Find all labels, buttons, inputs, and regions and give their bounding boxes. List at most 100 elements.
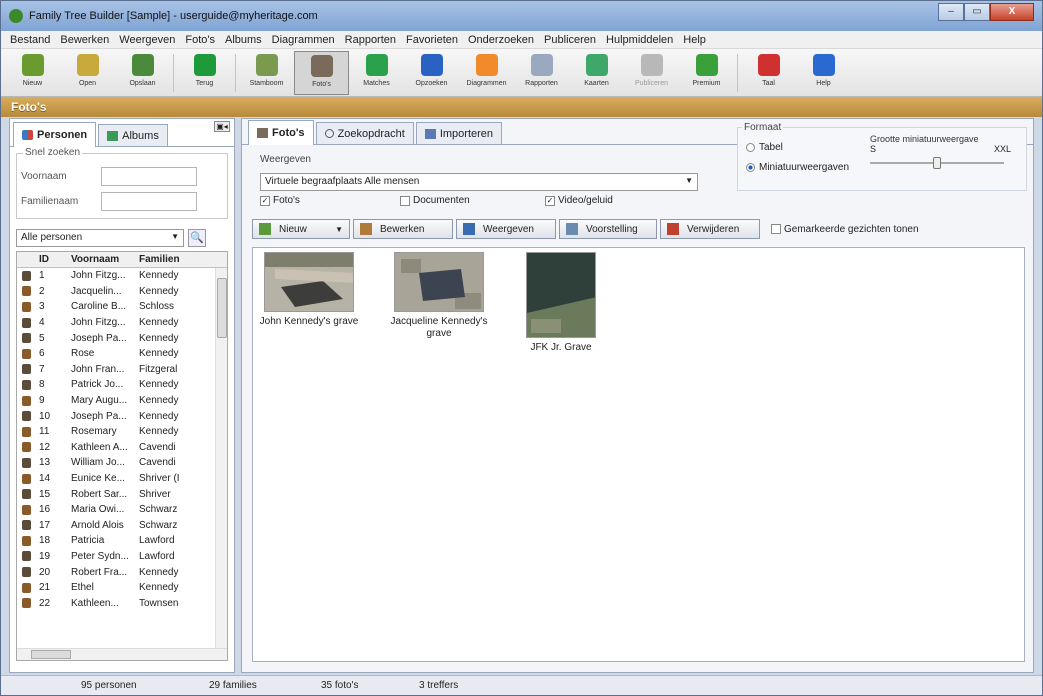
- new-button[interactable]: Nieuw ▼: [252, 219, 350, 239]
- toolbar-family-tree-button[interactable]: Stamboom: [239, 51, 294, 95]
- menu-item[interactable]: Onderzoeken: [463, 34, 539, 46]
- last-name-input[interactable]: [101, 191, 197, 211]
- table-row[interactable]: 9 Mary Augu... Kennedy: [17, 393, 227, 409]
- table-row[interactable]: 20 Robert Fra... Kennedy: [17, 564, 227, 580]
- horizontal-scrollbar[interactable]: [17, 648, 227, 660]
- tab-albums[interactable]: Albums: [98, 124, 168, 146]
- table-row[interactable]: 18 Patricia Lawford: [17, 533, 227, 549]
- cell-first-name: Kathleen...: [71, 597, 119, 609]
- marked-faces-toggle[interactable]: Gemarkeerde gezichten tonen: [771, 224, 919, 235]
- menu-item[interactable]: Foto's: [180, 34, 220, 46]
- column-first-name[interactable]: Voornaam: [71, 254, 139, 265]
- toolbar-matches-button[interactable]: Matches: [349, 51, 404, 95]
- maximize-button[interactable]: ▭: [964, 3, 990, 21]
- menu-item[interactable]: Rapporten: [340, 34, 401, 46]
- table-row[interactable]: 8 Patrick Jo... Kennedy: [17, 377, 227, 393]
- table-radio[interactable]: Tabel: [746, 142, 783, 153]
- table-row[interactable]: 12 Kathleen A... Cavendi: [17, 440, 227, 456]
- view-select[interactable]: Virtuele begraafplaats Alle mensen ▼: [260, 173, 698, 191]
- tab-personen[interactable]: Personen: [13, 122, 97, 147]
- dock-panel-button[interactable]: ▣◂: [214, 121, 230, 132]
- thumb-size-slider[interactable]: [870, 157, 1004, 169]
- toolbar-reports-button[interactable]: Rapporten: [514, 51, 569, 95]
- toolbar-lookup-button[interactable]: Opzoeken: [404, 51, 459, 95]
- scroll-thumb[interactable]: [31, 650, 71, 659]
- table-row[interactable]: 14 Eunice Ke... Shriver (I: [17, 471, 227, 487]
- table-row[interactable]: 3 Caroline B... Schloss: [17, 299, 227, 315]
- radio-thumbnails[interactable]: [746, 163, 755, 172]
- first-name-input[interactable]: [101, 166, 197, 186]
- cell-last-name: Kennedy: [139, 426, 179, 438]
- view-button[interactable]: Weergeven: [456, 219, 556, 239]
- toolbar-charts-button[interactable]: Diagrammen: [459, 51, 514, 95]
- menu-item[interactable]: Weergeven: [114, 34, 180, 46]
- toolbar-back-arrow-button[interactable]: Terug: [177, 51, 232, 95]
- grave-photo-1[interactable]: [264, 252, 354, 312]
- grave-photo-2[interactable]: [394, 252, 484, 312]
- photo-item[interactable]: Jacqueline Kennedy's grave: [387, 252, 491, 340]
- toolbar-language-flag-button[interactable]: Taal: [741, 51, 796, 95]
- menu-item[interactable]: Favorieten: [401, 34, 463, 46]
- menu-item[interactable]: Hulpmiddelen: [601, 34, 678, 46]
- checkbox-0[interactable]: ✓ Foto's: [260, 195, 300, 206]
- checkbox[interactable]: [771, 224, 781, 234]
- thumbnails-radio[interactable]: Miniatuurweergaven: [746, 162, 849, 173]
- vertical-scrollbar[interactable]: [215, 268, 227, 648]
- checkbox[interactable]: [400, 195, 410, 206]
- table-row[interactable]: 6 Rose Kennedy: [17, 346, 227, 362]
- photo-item[interactable]: John Kennedy's grave: [257, 252, 361, 328]
- toolbar-save-button[interactable]: Opslaan: [115, 51, 170, 95]
- close-button[interactable]: X: [990, 3, 1034, 21]
- table-row[interactable]: 17 Arnold Alois Schwarz: [17, 518, 227, 534]
- table-row[interactable]: 11 Rosemary Kennedy: [17, 424, 227, 440]
- menu-item[interactable]: Publiceren: [539, 34, 601, 46]
- slider-knob[interactable]: [933, 157, 941, 169]
- column-last-name[interactable]: Familien: [139, 254, 181, 265]
- table-row[interactable]: 4 John Fitzg... Kennedy: [17, 315, 227, 331]
- toolbar-help-button[interactable]: Help: [796, 51, 851, 95]
- delete-button[interactable]: Verwijderen: [660, 219, 760, 239]
- edit-button[interactable]: Bewerken: [353, 219, 453, 239]
- checkbox[interactable]: ✓: [260, 195, 270, 206]
- table-row[interactable]: 16 Maria Owi... Schwarz: [17, 502, 227, 518]
- grave-photo-3[interactable]: [526, 252, 596, 338]
- table-row[interactable]: 2 Jacquelin... Kennedy: [17, 284, 227, 300]
- tab-fotos[interactable]: Foto's: [248, 120, 314, 145]
- table-row[interactable]: 7 John Fran... Fitzgeral: [17, 362, 227, 378]
- tab-zoekopdracht[interactable]: Zoekopdracht: [315, 122, 414, 144]
- menu-item[interactable]: Albums: [220, 34, 267, 46]
- menu-item[interactable]: Bestand: [5, 34, 55, 46]
- cell-first-name: Robert Fra...: [71, 566, 128, 578]
- table-row[interactable]: 13 William Jo... Cavendi: [17, 455, 227, 471]
- toolbar-photos-button[interactable]: Foto's: [294, 51, 349, 95]
- persons-filter-select[interactable]: Alle personen ▼: [16, 229, 184, 247]
- table-row[interactable]: 5 Joseph Pa... Kennedy: [17, 330, 227, 346]
- menu-item[interactable]: Bewerken: [55, 34, 114, 46]
- table-row[interactable]: 19 Peter Sydn... Lawford: [17, 549, 227, 565]
- slideshow-button[interactable]: Voorstelling: [559, 219, 657, 239]
- toolbar-new-file-button[interactable]: Nieuw: [5, 51, 60, 95]
- search-icon[interactable]: 🔍: [188, 229, 206, 247]
- checkbox-1[interactable]: Documenten: [400, 195, 470, 206]
- checkbox[interactable]: ✓: [545, 195, 555, 206]
- chevron-down-icon[interactable]: ▼: [335, 225, 343, 234]
- column-id[interactable]: ID: [35, 254, 71, 265]
- photo-item[interactable]: JFK Jr. Grave: [509, 252, 613, 354]
- menu-item[interactable]: Diagrammen: [267, 34, 340, 46]
- toolbar-premium-tree-button[interactable]: Premium: [679, 51, 734, 95]
- matches-icon: [365, 54, 388, 76]
- table-row[interactable]: 21 Ethel Kennedy: [17, 580, 227, 596]
- scroll-thumb[interactable]: [217, 278, 227, 338]
- table-row[interactable]: 22 Kathleen... Townsen: [17, 595, 227, 611]
- checkbox-2[interactable]: ✓ Video/geluid: [545, 195, 613, 206]
- toolbar-publish-button[interactable]: Publiceren: [624, 51, 679, 95]
- table-row[interactable]: 15 Robert Sar... Shriver: [17, 486, 227, 502]
- minimize-button[interactable]: –: [938, 3, 964, 21]
- tab-importeren[interactable]: Importeren: [415, 122, 503, 144]
- toolbar-open-folder-button[interactable]: Open: [60, 51, 115, 95]
- menu-item[interactable]: Help: [678, 34, 711, 46]
- radio-table[interactable]: [746, 143, 755, 152]
- table-row[interactable]: 1 John Fitzg... Kennedy: [17, 268, 227, 284]
- toolbar-maps-button[interactable]: Kaarten: [569, 51, 624, 95]
- table-row[interactable]: 10 Joseph Pa... Kennedy: [17, 408, 227, 424]
